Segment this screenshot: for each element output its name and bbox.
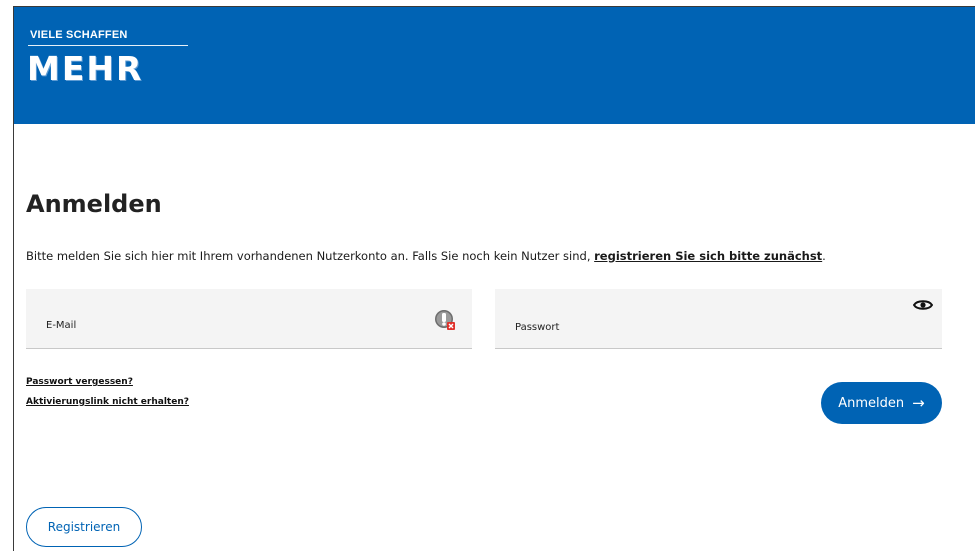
intro-text: Bitte melden Sie sich hier mit Ihrem vor… [26, 249, 826, 263]
activation-link[interactable]: Aktivierungslink nicht erhalten? [26, 397, 189, 407]
password-label: Passwort [515, 322, 560, 333]
logo-tagline: VIELE SCHAFFEN [30, 29, 128, 41]
intro-text-body: Bitte melden Sie sich hier mit Ihrem vor… [26, 249, 595, 263]
logo-wordmark: MEHR [27, 49, 144, 88]
intro-text-end: . [822, 249, 826, 263]
logo-divider [28, 45, 188, 46]
login-button-label: Anmelden [838, 395, 905, 411]
register-button[interactable]: Registrieren [26, 507, 142, 547]
page-title: Anmelden [26, 190, 162, 218]
password-input[interactable] [513, 303, 902, 323]
email-label: E-Mail [46, 320, 77, 331]
eye-icon[interactable] [913, 298, 933, 312]
site-header: VIELE SCHAFFEN MEHR [14, 7, 975, 124]
forgot-password-link[interactable]: Passwort vergessen? [26, 377, 133, 387]
login-button[interactable]: Anmelden → [821, 382, 942, 424]
arrow-right-icon: → [912, 393, 925, 412]
email-input[interactable] [44, 303, 432, 323]
register-inline-link[interactable]: registrieren Sie sich bitte zunächst [594, 249, 822, 263]
password-field[interactable]: Passwort [495, 289, 942, 349]
email-field[interactable]: E-Mail [26, 289, 472, 349]
autofill-key-icon[interactable] [434, 309, 456, 331]
